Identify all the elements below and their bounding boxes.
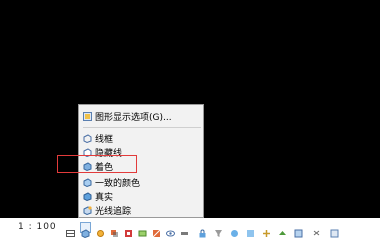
realistic-icon [83, 191, 92, 201]
menu-separator [83, 127, 201, 128]
filter-icon[interactable] [214, 223, 223, 237]
wireframe-icon [83, 133, 92, 143]
temporary-hide-icon[interactable] [152, 223, 161, 238]
select-links-icon[interactable] [312, 223, 321, 236]
sun-path-icon[interactable] [96, 223, 105, 237]
menu-item-wireframe[interactable]: 线框 [83, 131, 113, 145]
crop-view-icon[interactable] [124, 223, 133, 237]
menu-item-label: 线框 [95, 134, 114, 145]
menu-item-label: 光线追踪 [95, 206, 132, 217]
menu-item-graphic-display-options[interactable]: 图形显示选项(G)... [83, 109, 172, 123]
graphic-display-options-icon [83, 111, 92, 121]
detail-level-icon[interactable] [66, 223, 75, 237]
menu-item-consistent-colors[interactable]: 一致的颜色 [83, 175, 140, 189]
analysis-icon[interactable] [230, 223, 239, 237]
ray-trace-icon [83, 205, 92, 215]
design-options-icon[interactable] [278, 223, 287, 235]
select-underlay-icon[interactable] [330, 223, 339, 238]
shaded-highlight-box [57, 155, 137, 173]
shadows-icon[interactable] [110, 223, 119, 237]
consistent-colors-icon [83, 177, 92, 187]
menu-item-label: 真实 [95, 192, 114, 203]
visual-style-icon[interactable] [80, 222, 91, 239]
menu-item-label: 一致的颜色 [95, 178, 141, 189]
lock-icon[interactable] [198, 223, 207, 238]
menu-item-realistic[interactable]: 真实 [83, 189, 113, 203]
menu-item-ray-trace[interactable]: 光线追踪 [83, 203, 131, 217]
view-control-bar: 1 : 100 [0, 218, 380, 250]
menu-item-label: 图形显示选项(G)... [95, 112, 172, 123]
reveal-hidden-icon[interactable] [166, 223, 175, 237]
view-scale[interactable]: 1 : 100 [18, 222, 57, 232]
show-crop-icon[interactable] [138, 223, 147, 237]
pin-icon[interactable] [294, 223, 303, 238]
highlight-icon[interactable] [246, 223, 255, 237]
worksharing-icon[interactable] [262, 223, 271, 237]
constraints-icon[interactable] [180, 223, 189, 235]
